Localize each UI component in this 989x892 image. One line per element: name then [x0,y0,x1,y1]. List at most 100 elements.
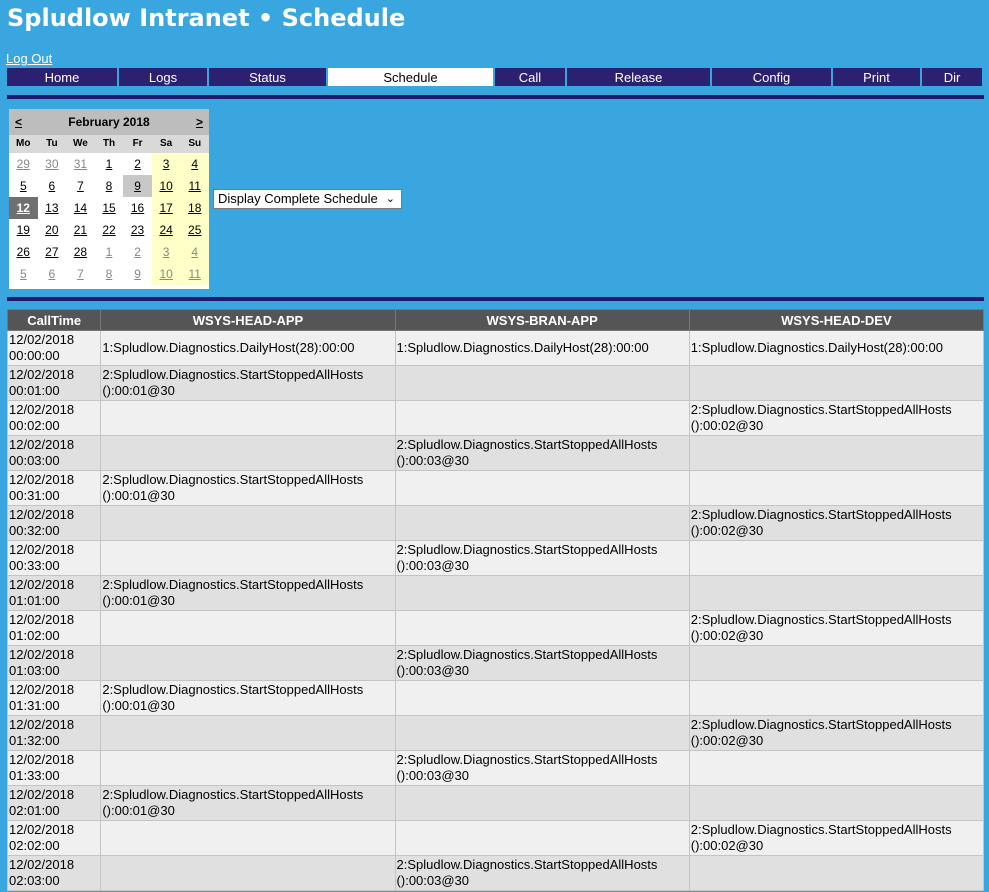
calendar-day[interactable]: 13 [38,197,67,219]
calendar-day[interactable]: 14 [66,197,95,219]
calendar-day[interactable]: 21 [66,219,95,241]
calendar-day[interactable]: 31 [66,153,95,175]
calendar-day[interactable]: 16 [123,197,152,219]
schedule-cell: 2:Spludlow.Diagnostics.StartStoppedAllHo… [100,470,396,506]
calendar-day[interactable]: 1 [95,153,124,175]
calendar-day[interactable]: 15 [95,197,124,219]
calendar-day[interactable]: 28 [66,241,95,263]
schedule-cell: 2:Spludlow.Diagnostics.StartStoppedAllHo… [688,505,985,541]
schedule-filter-select[interactable]: Display Complete Schedule ⌄ [213,189,402,209]
schedule-cell: 2:Spludlow.Diagnostics.StartStoppedAllHo… [688,610,985,646]
schedule-filter-value: Display Complete Schedule [218,191,378,206]
schedule-cell: 2:Spludlow.Diagnostics.StartStoppedAllHo… [100,575,396,611]
calendar-day[interactable]: 17 [151,197,181,219]
calltime-cell: 12/02/2018 00:00:00 [6,330,102,366]
nav-schedule[interactable]: Schedule [328,68,493,86]
calendar-day[interactable]: 2 [123,241,152,263]
calendar-prev-link[interactable]: < [15,109,22,135]
calendar-day[interactable]: 11 [180,175,209,197]
table-header-row: CallTime WSYS-HEAD-APP WSYS-BRAN-APP WSY… [6,309,985,331]
table-row: 12/02/2018 01:33:00 2:Spludlow.Diagnostic… [6,750,985,786]
calendar-day[interactable]: 22 [95,219,124,241]
table-row: 12/02/2018 00:00:00 1:Spludlow.Diagnostic… [6,330,985,366]
calendar-day[interactable]: 8 [95,175,124,197]
col-header-head-dev: WSYS-HEAD-DEV [688,309,985,331]
nav-logs[interactable]: Logs [119,68,207,86]
calltime-cell: 12/02/2018 01:32:00 [6,715,102,751]
calendar-day[interactable]: 5 [9,263,38,285]
nav-status[interactable]: Status [209,68,326,86]
calendar-day[interactable]: 1 [95,241,124,263]
calendar-day[interactable]: 7 [66,263,95,285]
calendar-day[interactable]: 5 [9,175,38,197]
calendar-day[interactable]: 8 [95,263,124,285]
calendar-day[interactable]: 18 [180,197,209,219]
table-row: 12/02/2018 02:02:00 2:Spludlow.Diagnostic… [6,820,985,856]
calltime-cell: 12/02/2018 00:03:00 [6,435,102,471]
calendar-day[interactable]: 3 [151,153,181,175]
calendar: February 2018 < > Mo Tu We Th Fr Sa Su 29 30 31 1 2… [9,109,209,289]
schedule-cell [100,540,396,576]
calltime-cell: 12/02/2018 02:01:00 [6,785,102,821]
calendar-day[interactable]: 6 [38,175,67,197]
schedule-cell: 2:Spludlow.Diagnostics.StartStoppedAllHo… [688,715,985,751]
calendar-day[interactable]: 27 [38,241,67,263]
schedule-cell [688,750,985,786]
schedule-cell [688,470,985,506]
calendar-day[interactable]: 4 [180,241,209,263]
calltime-cell: 12/02/2018 02:02:00 [6,820,102,856]
calendar-day[interactable]: 7 [66,175,95,197]
calendar-day[interactable]: 11 [180,263,209,285]
table-row: 12/02/2018 02:01:00 2:Spludlow.Diagnostic… [6,785,985,821]
calendar-day[interactable]: 4 [180,153,209,175]
calendar-day[interactable]: 9 [123,175,152,197]
calendar-day[interactable]: 10 [151,263,181,285]
calendar-day[interactable]: 23 [123,219,152,241]
calltime-cell: 12/02/2018 00:02:00 [6,400,102,436]
calendar-day[interactable]: 26 [9,241,38,263]
calendar-day[interactable]: 3 [151,241,181,263]
nav-print[interactable]: Print [833,68,920,86]
table-row: 12/02/2018 00:33:00 2:Spludlow.Diagnostic… [6,540,985,576]
calendar-dow: Su [180,135,209,153]
schedule-cell [394,365,690,401]
schedule-cell [394,785,690,821]
calendar-day[interactable]: 20 [38,219,67,241]
calendar-dow: We [66,135,95,153]
calendar-day[interactable]: 25 [180,219,209,241]
calendar-day[interactable]: 10 [151,175,181,197]
calltime-cell: 12/02/2018 01:02:00 [6,610,102,646]
nav-call[interactable]: Call [495,68,565,86]
nav-config[interactable]: Config [712,68,831,86]
table-row: 12/02/2018 01:03:00 2:Spludlow.Diagnostic… [6,645,985,681]
logout-link[interactable]: Log Out [6,51,52,66]
nav-home[interactable]: Home [7,68,117,86]
schedule-cell: 2:Spludlow.Diagnostics.StartStoppedAllHo… [688,820,985,856]
calendar-next-link[interactable]: > [196,109,203,135]
calendar-day[interactable]: 29 [9,153,38,175]
schedule-table: CallTime WSYS-HEAD-APP WSYS-BRAN-APP WSY… [6,309,985,891]
table-row: 12/02/2018 00:01:00 2:Spludlow.Diagnostic… [6,365,985,401]
schedule-cell [394,715,690,751]
calendar-dow: Sa [151,135,181,153]
schedule-cell [394,575,690,611]
calltime-cell: 12/02/2018 01:01:00 [6,575,102,611]
calendar-day[interactable]: 2 [123,153,152,175]
schedule-cell [100,645,396,681]
calltime-cell: 12/02/2018 02:03:00 [6,855,102,891]
calendar-day[interactable]: 12 [9,197,38,219]
calendar-day[interactable]: 30 [38,153,67,175]
calendar-day[interactable]: 6 [38,263,67,285]
schedule-cell [688,680,985,716]
schedule-cell: 2:Spludlow.Diagnostics.StartStoppedAllHo… [100,680,396,716]
nav-dir[interactable]: Dir [922,68,982,86]
calendar-day[interactable]: 9 [123,263,152,285]
calltime-cell: 12/02/2018 00:31:00 [6,470,102,506]
schedule-cell [100,400,396,436]
table-row: 12/02/2018 00:31:00 2:Spludlow.Diagnostic… [6,470,985,506]
calendar-day[interactable]: 19 [9,219,38,241]
schedule-cell: 2:Spludlow.Diagnostics.StartStoppedAllHo… [394,855,690,891]
calendar-day[interactable]: 24 [151,219,181,241]
schedule-cell [100,435,396,471]
nav-release[interactable]: Release [567,68,710,86]
